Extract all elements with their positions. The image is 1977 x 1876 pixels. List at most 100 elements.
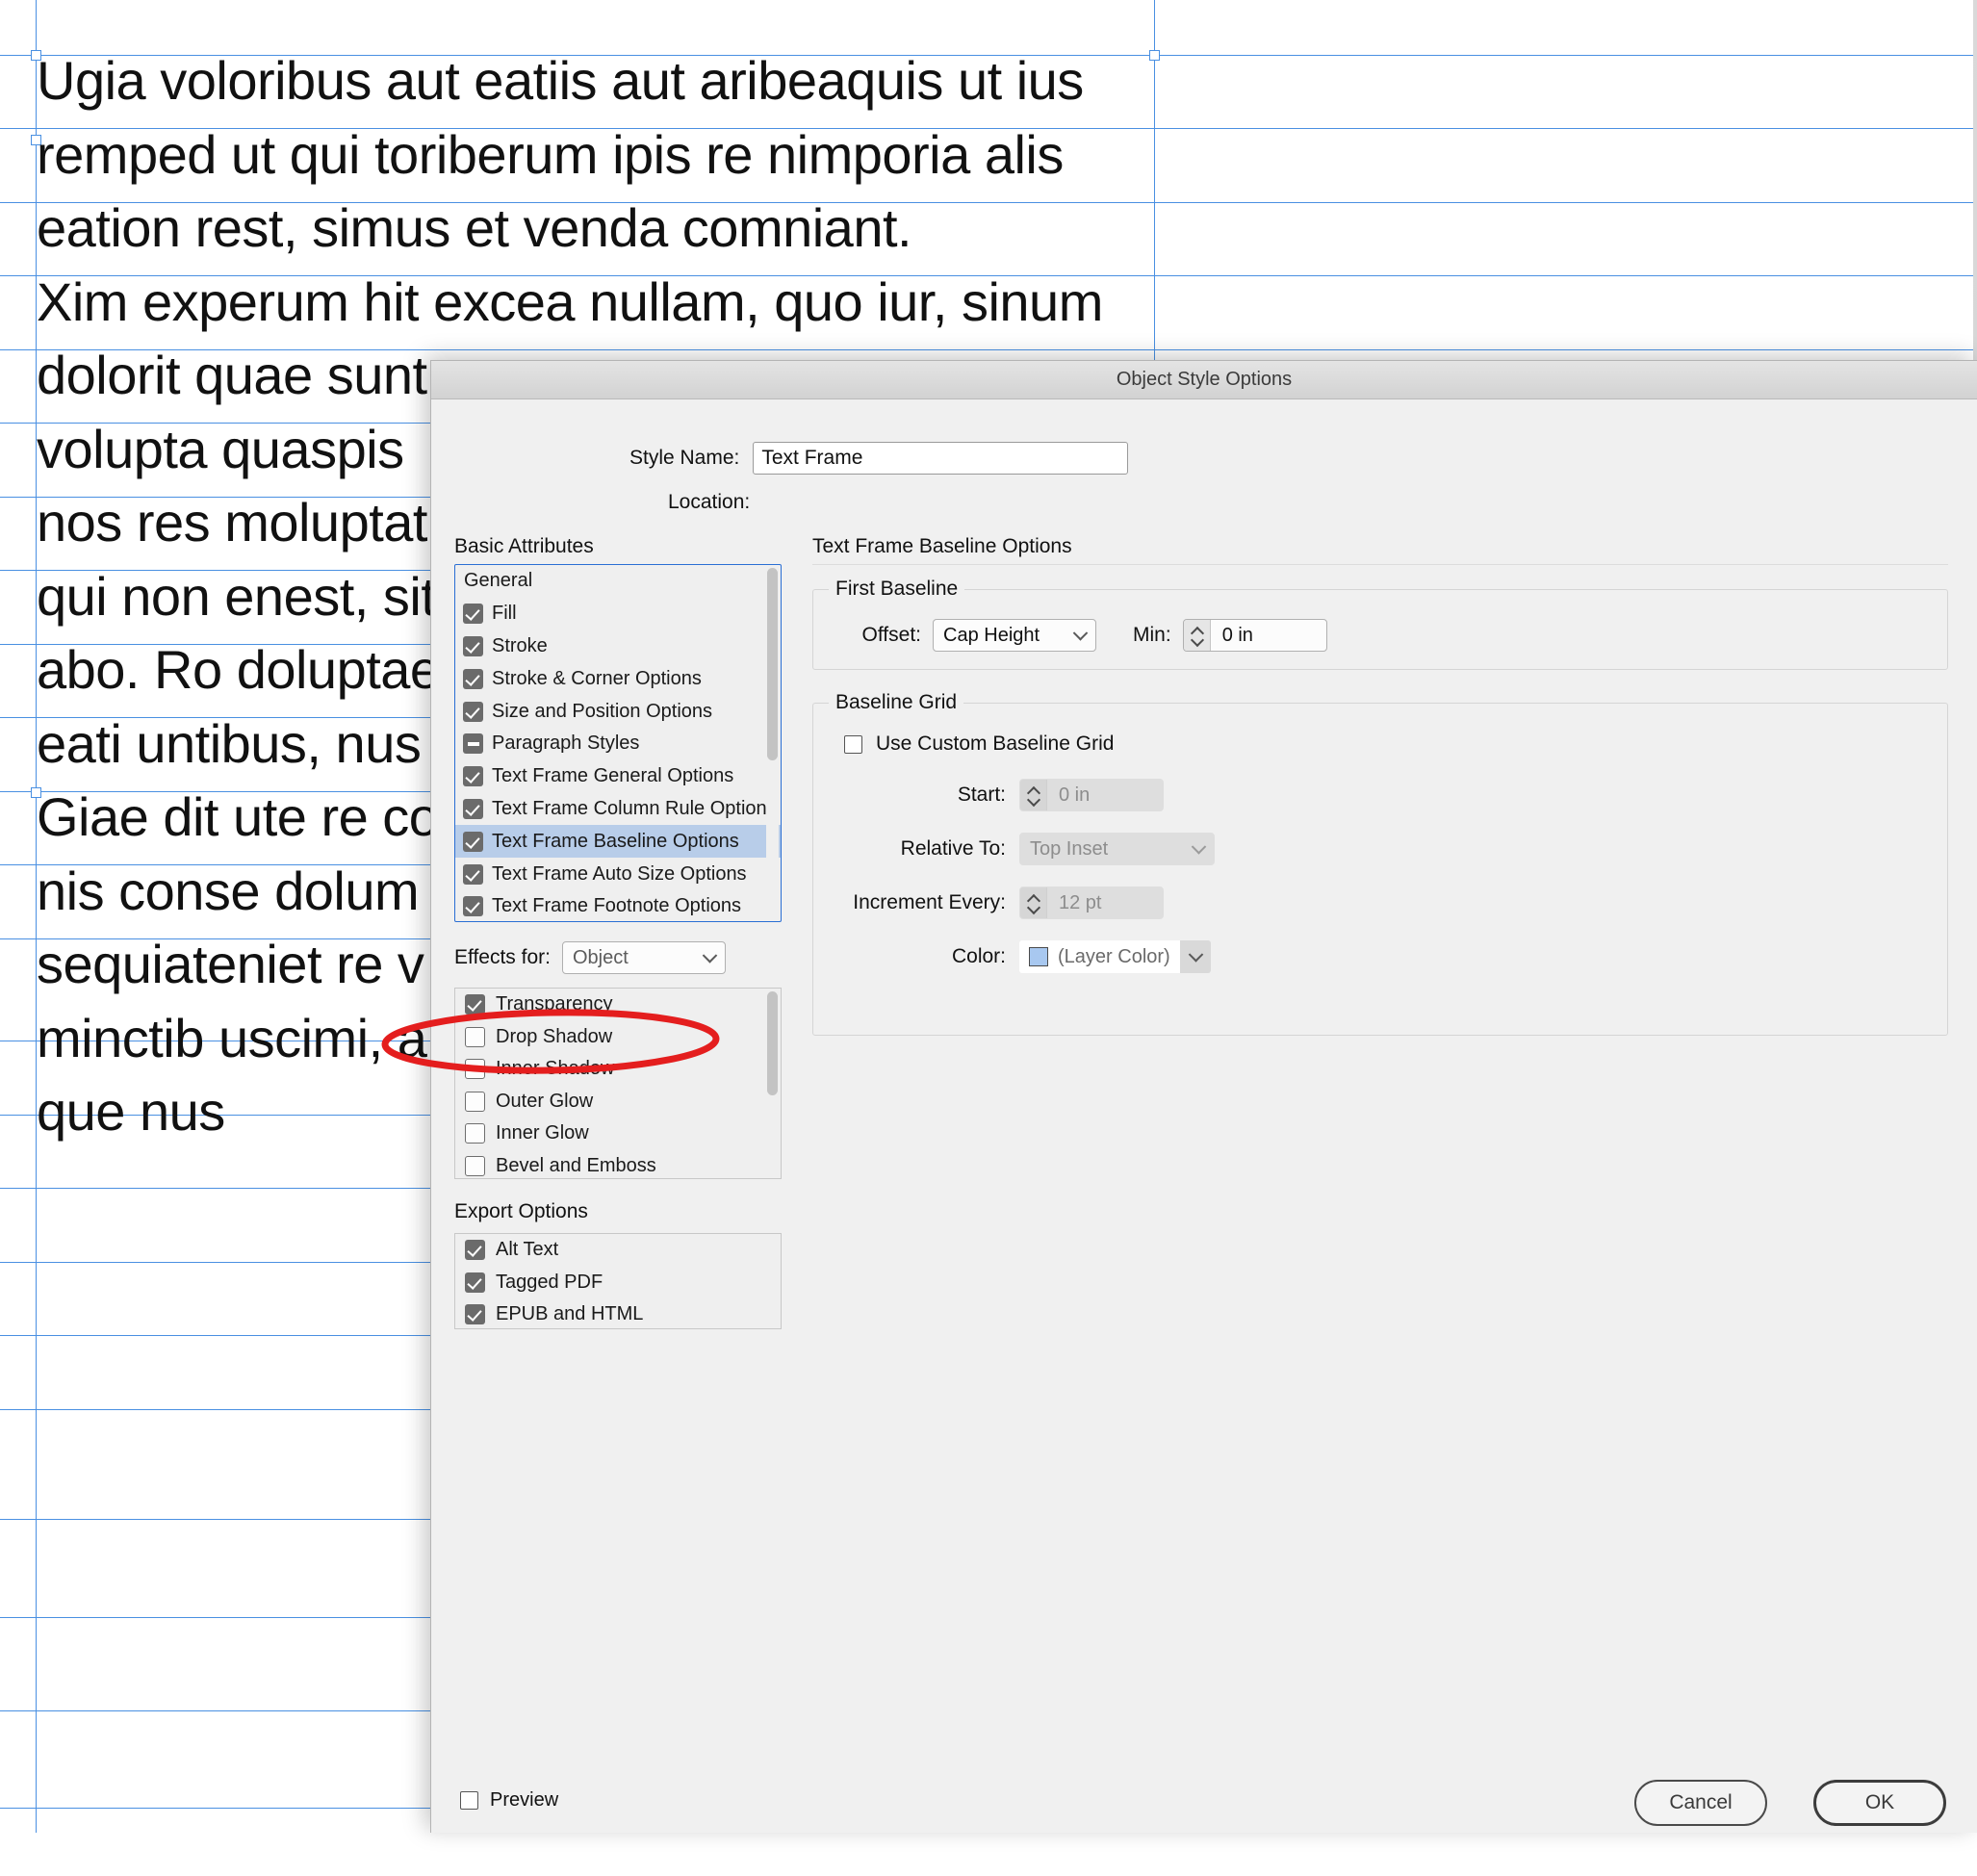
list-item-general[interactable]: General (455, 565, 781, 598)
increment-every-value[interactable]: 12 pt (1047, 887, 1163, 918)
list-item-size-position-options[interactable]: Size and Position Options (455, 695, 781, 728)
basic-attributes-heading: Basic Attributes (454, 535, 782, 558)
effect-item-outer-glow[interactable]: Outer Glow (455, 1086, 781, 1118)
export-item-epub-and-html[interactable]: EPUB and HTML (455, 1298, 781, 1329)
checkbox-checked-icon[interactable] (463, 669, 483, 689)
increment-every-stepper[interactable]: 12 pt (1019, 887, 1164, 919)
first-baseline-legend: First Baseline (829, 578, 964, 601)
checkbox-checked-icon[interactable] (463, 766, 483, 786)
effect-item-bevel-and-emboss[interactable]: Bevel and Emboss (455, 1150, 781, 1180)
document-text-line: eation rest, simus et venda comniant. (37, 192, 1172, 266)
stepper-arrows[interactable] (1020, 887, 1047, 918)
preview-checkbox[interactable] (460, 1791, 478, 1810)
offset-select[interactable]: Cap Height (933, 619, 1096, 652)
list-item-label: Text Frame Footnote Options (492, 895, 741, 917)
chevron-down-icon (1188, 947, 1203, 963)
scrollbar-thumb[interactable] (767, 568, 778, 760)
document-text-line: Xim experum hit excea nullam, quo iur, s… (37, 266, 1172, 340)
relative-to-select[interactable]: Top Inset (1019, 833, 1215, 865)
start-value[interactable]: 0 in (1047, 780, 1163, 810)
start-stepper[interactable]: 0 in (1019, 779, 1164, 811)
checkbox-unchecked-icon[interactable] (465, 1092, 485, 1112)
start-label: Start: (833, 784, 1006, 807)
list-item-label: Fill (492, 603, 517, 625)
list-item-label: Text Frame General Options (492, 765, 733, 787)
baseline-grid-legend: Baseline Grid (829, 691, 963, 714)
stepper-arrows[interactable] (1020, 780, 1047, 810)
style-name-row: Style Name: (431, 442, 1977, 475)
checkbox-unchecked-icon[interactable] (465, 1156, 485, 1176)
list-item-text-frame-general-options[interactable]: Text Frame General Options (455, 760, 781, 793)
chevron-down-icon[interactable] (1028, 905, 1039, 912)
list-item-fill[interactable]: Fill (455, 598, 781, 630)
effects-for-select[interactable]: Object (562, 941, 726, 974)
export-item-label: EPUB and HTML (496, 1303, 643, 1325)
ok-button[interactable]: OK (1813, 1780, 1946, 1826)
checkbox-checked-icon[interactable] (463, 896, 483, 916)
effect-item-inner-shadow[interactable]: Inner Shadow (455, 1053, 781, 1086)
checkbox-checked-icon[interactable] (465, 1272, 485, 1293)
list-item-text-frame-column-rule-options[interactable]: Text Frame Column Rule Options (455, 793, 781, 826)
effects-for-row: Effects for: Object (454, 941, 782, 974)
offset-label: Offset: (833, 624, 921, 647)
scrollbar-thumb[interactable] (767, 991, 778, 1095)
effect-item-drop-shadow[interactable]: Drop Shadow (455, 1021, 781, 1054)
document-text-line: Ugia voloribus aut eatiis aut aribeaquis… (37, 44, 1172, 118)
effects-scrollbar[interactable] (766, 991, 779, 1175)
list-item-text-frame-footnote-options[interactable]: Text Frame Footnote Options (455, 890, 781, 922)
export-item-alt-text[interactable]: Alt Text (455, 1234, 781, 1267)
list-item-label: Size and Position Options (492, 701, 712, 723)
increment-every-label: Increment Every: (833, 891, 1006, 914)
color-select-dropdown[interactable] (1180, 940, 1211, 973)
checkbox-unchecked-icon[interactable] (465, 1123, 485, 1144)
color-select[interactable]: (Layer Color) (1019, 940, 1211, 973)
dialog-titlebar[interactable]: Object Style Options (431, 361, 1977, 399)
list-item-stroke-corner-options[interactable]: Stroke & Corner Options (455, 662, 781, 695)
checkbox-unchecked-icon[interactable] (465, 1027, 485, 1047)
min-value[interactable]: 0 in (1211, 620, 1326, 651)
basic-attributes-list[interactable]: General Fill Stroke Stroke & Corner Opti… (454, 564, 782, 922)
checkbox-mixed-icon[interactable] (463, 733, 483, 754)
left-column: Basic Attributes General Fill Stroke (454, 535, 782, 1329)
location-row: Location: (431, 491, 1977, 514)
list-item-stroke[interactable]: Stroke (455, 630, 781, 663)
checkbox-checked-icon[interactable] (465, 1240, 485, 1260)
panel-divider (812, 564, 1948, 565)
checkbox-checked-icon[interactable] (463, 832, 483, 852)
effect-item-label: Inner Glow (496, 1122, 589, 1144)
effect-item-transparency[interactable]: Transparency (455, 989, 781, 1021)
checkbox-checked-icon[interactable] (463, 702, 483, 722)
location-label: Location: (668, 491, 750, 514)
chevron-down-icon[interactable] (1028, 797, 1039, 804)
chevron-down-icon[interactable] (1192, 637, 1202, 644)
effects-list[interactable]: Transparency Drop Shadow Inner Shadow Ou… (454, 988, 782, 1179)
list-item-label: Stroke (492, 635, 548, 657)
cancel-button[interactable]: Cancel (1634, 1780, 1767, 1826)
export-item-tagged-pdf[interactable]: Tagged PDF (455, 1267, 781, 1299)
export-options-list[interactable]: Alt Text Tagged PDF EPUB and HTML (454, 1233, 782, 1329)
chevron-down-icon (1073, 626, 1089, 641)
stepper-arrows[interactable] (1184, 620, 1211, 651)
relative-to-value: Top Inset (1030, 838, 1108, 861)
relative-to-label: Relative To: (833, 837, 1006, 861)
checkbox-checked-icon[interactable] (463, 864, 483, 885)
checkbox-checked-icon[interactable] (463, 636, 483, 656)
list-item-label: Paragraph Styles (492, 732, 639, 755)
list-item-text-frame-auto-size-options[interactable]: Text Frame Auto Size Options (455, 858, 781, 890)
checkbox-checked-icon[interactable] (465, 1304, 485, 1324)
checkbox-checked-icon[interactable] (463, 604, 483, 624)
style-name-input[interactable] (753, 442, 1128, 475)
checkbox-checked-icon[interactable] (463, 799, 483, 819)
basic-attributes-scrollbar[interactable] (766, 568, 779, 918)
effects-for-value: Object (573, 947, 629, 969)
list-item-text-frame-baseline-options[interactable]: Text Frame Baseline Options (455, 825, 781, 858)
color-select-face[interactable]: (Layer Color) (1019, 940, 1180, 973)
list-item-paragraph-styles[interactable]: Paragraph Styles (455, 728, 781, 760)
use-custom-baseline-grid-checkbox[interactable] (844, 735, 862, 754)
checkbox-checked-icon[interactable] (465, 994, 485, 1015)
effect-item-label: Inner Shadow (496, 1058, 614, 1080)
min-stepper[interactable]: 0 in (1183, 619, 1327, 652)
checkbox-unchecked-icon[interactable] (465, 1059, 485, 1079)
baseline-grid-group: Baseline Grid Use Custom Baseline Grid S… (812, 703, 1948, 1036)
effect-item-inner-glow[interactable]: Inner Glow (455, 1118, 781, 1150)
